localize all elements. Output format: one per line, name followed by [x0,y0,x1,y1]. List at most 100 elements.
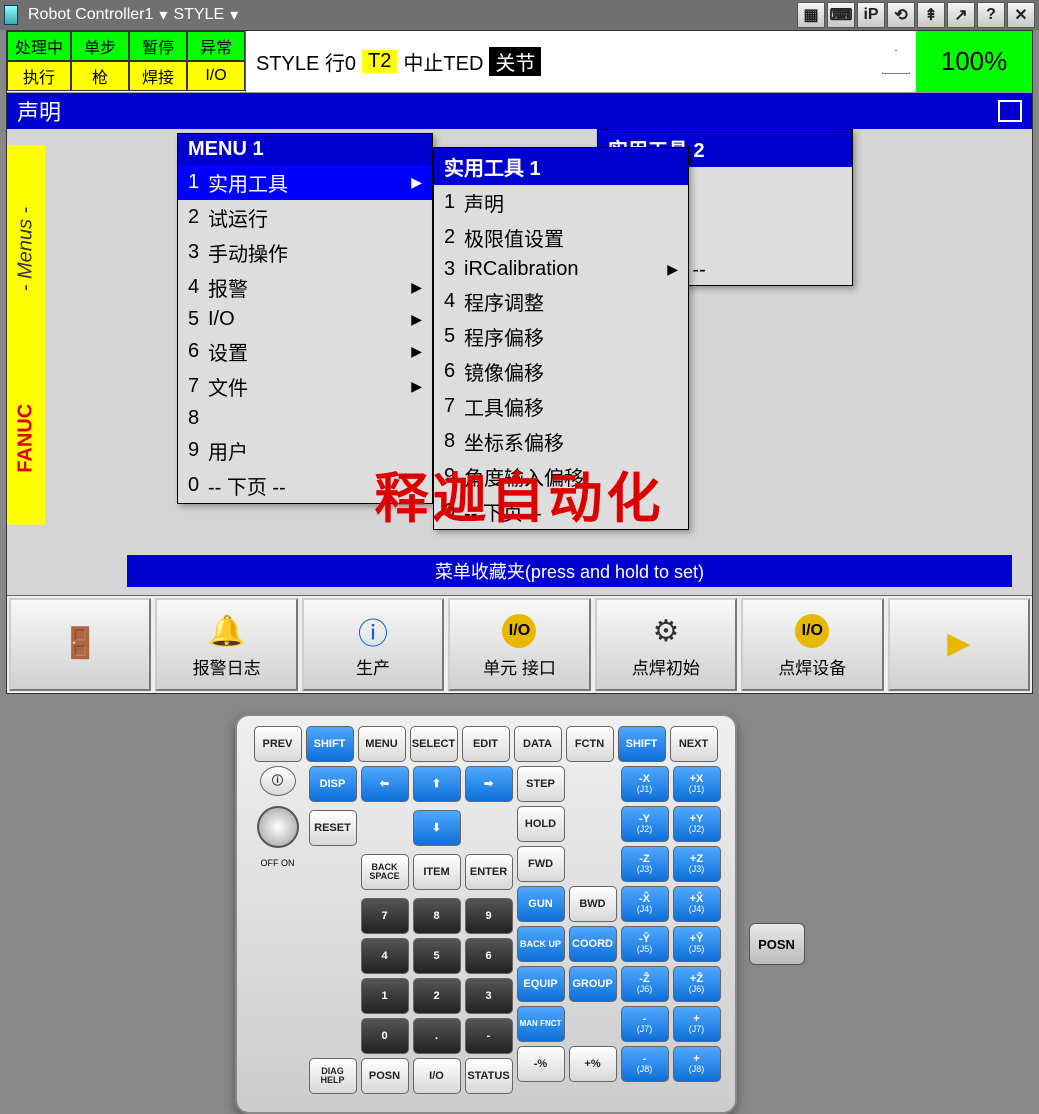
diag-help-key[interactable]: DIAG HELP [309,1058,357,1094]
num---key[interactable]: - [465,1018,513,1054]
menu-item[interactable]: 5I/O▶ [178,305,432,334]
toolbar-btn-5[interactable]: ↗ [947,2,975,28]
jog-key[interactable]: -X̂(J4) [621,886,669,922]
jog-key[interactable]: -Y(J2) [621,806,669,842]
arrow-up-key[interactable]: ⬆ [413,766,461,802]
menu-item[interactable]: 4报警▶ [178,270,432,305]
pct-up-key[interactable]: +% [569,1046,617,1082]
jog-key[interactable]: -Ŷ(J5) [621,926,669,962]
mode-dial[interactable] [257,806,299,848]
menu-item[interactable]: 7文件▶ [178,369,432,404]
arrow-down-key[interactable]: ⬇ [413,810,461,846]
fn-cell-if[interactable]: I/O单元 接口 [448,598,590,691]
io-key[interactable]: I/O [413,1058,461,1094]
num-7-key[interactable]: 7 [361,898,409,934]
edit-key[interactable]: EDIT [462,726,510,762]
jog-key[interactable]: +(J8) [673,1046,721,1082]
num-4-key[interactable]: 4 [361,938,409,974]
menu-item[interactable]: 6镜像偏移 [434,354,688,389]
equip-key[interactable]: EQUIP [517,966,565,1002]
prev-key[interactable]: PREV [254,726,302,762]
jog-key[interactable]: +X(J1) [673,766,721,802]
hold-key[interactable]: HOLD [517,806,565,842]
backup-key[interactable]: BACK UP [517,926,565,962]
jog-key[interactable]: -(J8) [621,1046,669,1082]
coord-key[interactable]: COORD [569,926,617,962]
item-key[interactable]: ITEM [413,854,461,890]
posn-side-button[interactable]: POSN [749,923,805,965]
fn-spot-equip[interactable]: I/O点焊设备 [741,598,883,691]
posn-key[interactable]: POSN [361,1058,409,1094]
jog-key[interactable]: +Ẑ(J6) [673,966,721,1002]
bwd-key[interactable]: BWD [569,886,617,922]
menu-item[interactable]: 4程序调整 [434,284,688,319]
group-key[interactable]: GROUP [569,966,617,1002]
menu-item[interactable]: 1声明 [434,185,688,220]
fn-spot-init[interactable]: ⚙点焊初始 [595,598,737,691]
num-2-key[interactable]: 2 [413,978,461,1014]
num-9-key[interactable]: 9 [465,898,513,934]
disp-key[interactable]: DISP [309,766,357,802]
backspace-key[interactable]: BACK SPACE [361,854,409,890]
reset-key[interactable]: RESET [309,810,357,846]
fn-production[interactable]: ⓘ生产 [302,598,444,691]
status-key[interactable]: STATUS [465,1058,513,1094]
num-.-key[interactable]: . [413,1018,461,1054]
num-6-key[interactable]: 6 [465,938,513,974]
arrow-right-key[interactable]: ➡ [465,766,513,802]
menu-item[interactable]: 2极限值设置 [434,220,688,255]
jog-key[interactable]: +X̂(J4) [673,886,721,922]
num-8-key[interactable]: 8 [413,898,461,934]
data-key[interactable]: DATA [514,726,562,762]
jog-key[interactable]: +Y(J2) [673,806,721,842]
menu-item[interactable]: 9用户 [178,433,432,468]
fwd-key[interactable]: FWD [517,846,565,882]
menu-item[interactable]: 9角度输入偏移 [434,459,688,494]
num-3-key[interactable]: 3 [465,978,513,1014]
fn-f1[interactable]: 🚪 [9,598,151,691]
menu-item[interactable]: 0-- 下页 -- [178,468,432,503]
menu-item[interactable]: 8坐标系偏移 [434,424,688,459]
jog-key[interactable]: -Ẑ(J6) [621,966,669,1002]
menu-item[interactable]: 6设置▶ [178,334,432,369]
menu-item[interactable]: 2试运行 [178,200,432,235]
num-5-key[interactable]: 5 [413,938,461,974]
num-0-key[interactable]: 0 [361,1018,409,1054]
fn-alarm-log[interactable]: 🔔报警日志 [155,598,297,691]
info-key[interactable]: ⓘ [260,766,296,796]
pct-down-key[interactable]: -% [517,1046,565,1082]
shift-key[interactable]: SHIFT [306,726,354,762]
menu-item[interactable]: 3iRCalibration▶ [434,255,688,284]
step-key[interactable]: STEP [517,766,565,802]
fn-play[interactable]: ▶ [888,598,1030,691]
next-key[interactable]: NEXT [670,726,718,762]
menu-item[interactable]: 5程序偏移 [434,319,688,354]
toolbar-btn-2[interactable]: iP [857,2,885,28]
gun-key[interactable]: GUN [517,886,565,922]
jog-key[interactable]: +Z(J3) [673,846,721,882]
select-key[interactable]: SELECT [410,726,458,762]
toolbar-btn-6[interactable]: ? [977,2,1005,28]
menu-item[interactable]: 3手动操作 [178,235,432,270]
jog-key[interactable]: -X(J1) [621,766,669,802]
menu-item[interactable]: 7工具偏移 [434,389,688,424]
shift-key[interactable]: SHIFT [618,726,666,762]
menu-item[interactable]: 1实用工具▶ [178,165,432,200]
jog-key[interactable]: -(J7) [621,1006,669,1042]
toolbar-btn-3[interactable]: ⟲ [887,2,915,28]
arrow-left-key[interactable]: ⬅ [361,766,409,802]
jog-key[interactable]: -Z(J3) [621,846,669,882]
fctn-key[interactable]: FCTN [566,726,614,762]
toolbar-btn-7[interactable]: ✕ [1007,2,1035,28]
window-icon[interactable] [998,100,1022,122]
toolbar-btn-0[interactable]: ▦ [797,2,825,28]
toolbar-btn-4[interactable]: ⇞ [917,2,945,28]
enter-key[interactable]: ENTER [465,854,513,890]
jog-key[interactable]: +(J7) [673,1006,721,1042]
menu-item[interactable]: 0-- 下页 -- [434,494,688,529]
menu-key[interactable]: MENU [358,726,406,762]
manfnct-key[interactable]: MAN FNCT [517,1006,565,1042]
menu-item[interactable]: 8 [178,404,432,433]
jog-key[interactable]: +Ŷ(J5) [673,926,721,962]
num-1-key[interactable]: 1 [361,978,409,1014]
